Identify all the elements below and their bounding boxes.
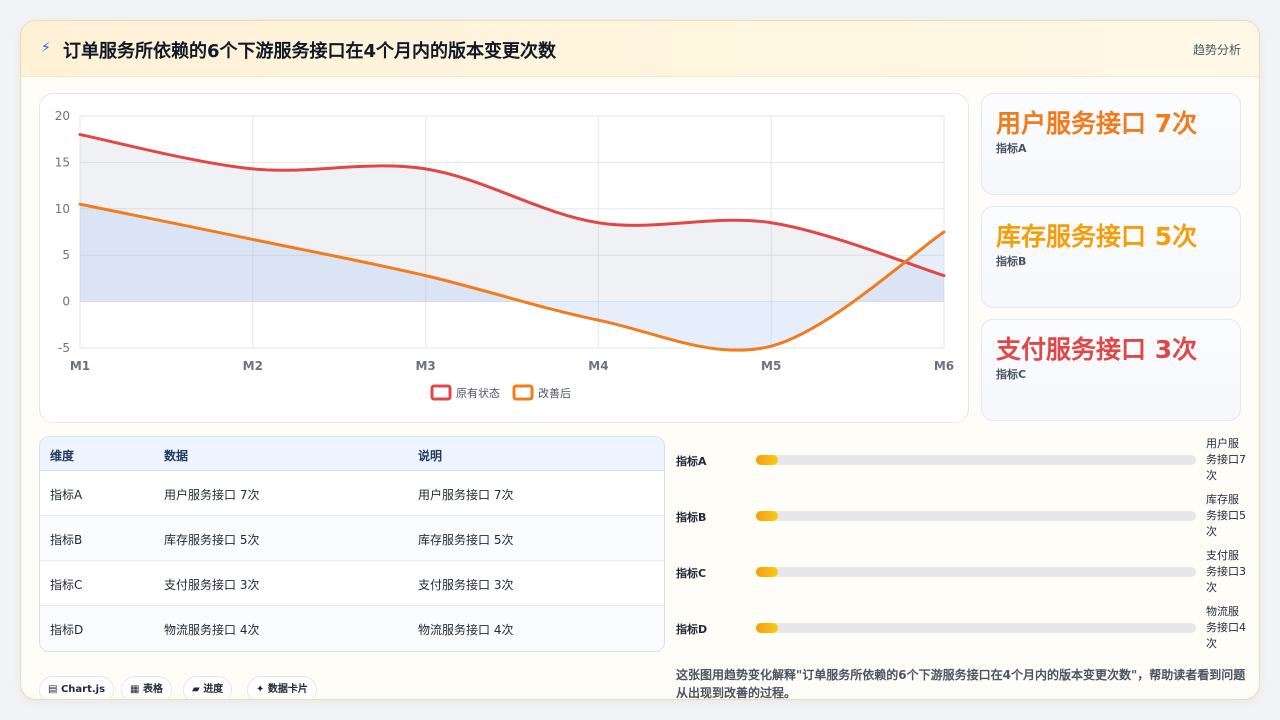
y-tick-label: 0 <box>62 295 70 309</box>
progress-row-b: 指标B 库存服务接口5次 <box>676 493 1246 538</box>
table-row: 指标B 库存服务接口 5次 库存服务接口 5次 <box>40 516 664 561</box>
stat-card-a: 用户服务接口 7次 指标A <box>981 93 1241 195</box>
x-tick-label: M2 <box>243 359 263 373</box>
table-header: 维度 数据 说明 <box>40 437 664 471</box>
table-icon: ▦ <box>130 684 140 695</box>
page-title: 订单服务所依赖的6个下游服务接口在4个月内的版本变更次数 <box>63 41 557 62</box>
progress-value: 物流服务接口4次 <box>1206 605 1246 650</box>
folder-icon: ▰ <box>192 684 200 695</box>
chip-chartjs[interactable]: ▤ Chart.js <box>39 676 115 699</box>
progress-track <box>756 511 1196 521</box>
y-tick-label: -5 <box>58 341 70 355</box>
progress-track <box>756 623 1196 633</box>
table-cell: 支付服务接口 3次 <box>418 578 514 592</box>
table-cell: 指标A <box>50 488 83 502</box>
table-row: 指标D 物流服务接口 4次 物流服务接口 4次 <box>40 606 664 651</box>
table-cell: 物流服务接口 4次 <box>164 623 260 637</box>
chip-data-card[interactable]: ✦ 数据卡片 <box>247 676 317 699</box>
column-header: 维度 <box>50 449 75 463</box>
column-header: 数据 <box>164 449 189 463</box>
progress-value: 用户服务接口7次 <box>1206 437 1246 482</box>
table-row: 指标A 用户服务接口 7次 用户服务接口 7次 <box>40 471 664 516</box>
chip-label: 数据卡片 <box>267 684 308 695</box>
trend-chart-card: -5 0 5 10 15 20 M1 M2 M3 M4 M5 M6 原有状态 改善后 <box>39 93 969 423</box>
table-cell: 库存服务接口 5次 <box>164 533 260 547</box>
y-tick-label: 10 <box>55 202 70 216</box>
stat-value: 支付服务接口 3次 <box>996 335 1198 364</box>
progress-label: 指标D <box>676 623 708 636</box>
table-cell: 库存服务接口 5次 <box>418 533 514 547</box>
progress-row-a: 指标A 用户服务接口7次 <box>676 437 1246 482</box>
stat-label: 指标B <box>996 255 1027 268</box>
chip-progress[interactable]: ▰ 进度 <box>183 676 233 699</box>
progress-row-d: 指标D 物流服务接口4次 <box>676 605 1246 650</box>
stat-label: 指标C <box>996 368 1027 381</box>
table-cell: 指标C <box>50 578 83 592</box>
x-tick-label: M1 <box>70 359 90 373</box>
y-tick-label: 15 <box>55 155 70 169</box>
header-tag: 趋势分析 <box>1192 43 1241 57</box>
progress-fill <box>756 567 778 577</box>
bolt-icon: ⚡ <box>41 40 51 56</box>
table-cell: 支付服务接口 3次 <box>164 578 260 592</box>
chart-icon: ▤ <box>48 684 58 695</box>
stat-value: 用户服务接口 7次 <box>996 109 1198 138</box>
table-cell: 指标D <box>50 623 84 637</box>
table-cell: 指标B <box>50 533 83 547</box>
chart-description: 这张图用趋势变化解释"订单服务所依赖的6个下游服务接口在4个月内的版本变更次数"… <box>676 668 1246 700</box>
chip-table[interactable]: ▦ 表格 <box>121 676 172 699</box>
progress-label: 指标A <box>676 455 707 468</box>
legend-swatch <box>430 384 452 401</box>
chip-label: 表格 <box>142 684 163 695</box>
progress-fill <box>756 511 778 521</box>
progress-value: 库存服务接口5次 <box>1206 493 1246 538</box>
chip-label: Chart.js <box>60 684 106 695</box>
progress-row-c: 指标C 支付服务接口3次 <box>676 549 1246 594</box>
table-cell: 用户服务接口 7次 <box>164 488 260 502</box>
stat-card-c: 支付服务接口 3次 指标C <box>981 319 1241 421</box>
stat-value: 库存服务接口 5次 <box>996 222 1198 251</box>
header-bar: ⚡ 订单服务所依赖的6个下游服务接口在4个月内的版本变更次数 趋势分析 <box>21 21 1259 77</box>
progress-track <box>756 455 1196 465</box>
progress-fill <box>756 623 778 633</box>
progress-fill <box>756 455 778 465</box>
x-tick-label: M6 <box>934 359 954 373</box>
progress-label: 指标B <box>676 511 707 524</box>
trend-chart: -5 0 5 10 15 20 M1 M2 M3 M4 M5 M6 原有状态 改善后 <box>55 109 954 401</box>
legend-swatch <box>512 384 534 401</box>
progress-value: 支付服务接口3次 <box>1206 549 1246 594</box>
legend-label: 改善后 <box>538 386 571 400</box>
table-cell: 物流服务接口 4次 <box>418 623 514 637</box>
progress-label: 指标C <box>676 567 707 580</box>
table-cell: 用户服务接口 7次 <box>418 488 514 502</box>
legend-label: 原有状态 <box>456 386 500 400</box>
y-tick-label: 20 <box>55 109 70 123</box>
y-tick-label: 5 <box>62 248 70 262</box>
x-tick-label: M4 <box>588 359 608 373</box>
stat-label: 指标A <box>996 142 1027 155</box>
stat-card-b: 库存服务接口 5次 指标B <box>981 206 1241 308</box>
table-row: 指标C 支付服务接口 3次 支付服务接口 3次 <box>40 561 664 606</box>
dashboard-frame: ⚡ 订单服务所依赖的6个下游服务接口在4个月内的版本变更次数 趋势分析 -5 0 5… <box>20 20 1260 700</box>
chip-label: 进度 <box>203 684 224 695</box>
column-header: 说明 <box>418 449 443 463</box>
x-tick-label: M3 <box>415 359 435 373</box>
data-table: 维度 数据 说明 指标A 用户服务接口 7次 用户服务接口 7次 指标B 库存服… <box>39 436 665 652</box>
progress-track <box>756 567 1196 577</box>
sparkle-icon: ✦ <box>256 684 265 695</box>
x-tick-label: M5 <box>761 359 781 373</box>
